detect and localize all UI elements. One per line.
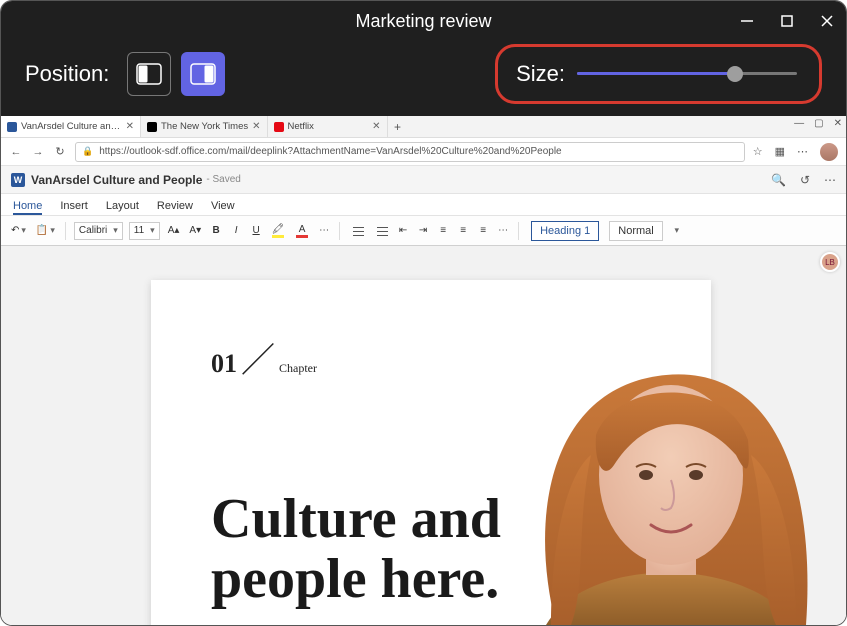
undo-icon[interactable]: ↶▾	[9, 222, 28, 240]
size-control-highlight: Size:	[495, 44, 822, 104]
styles-more-icon[interactable]: ▾	[669, 222, 683, 240]
word-title-bar: W VanArsdel Culture and People - Saved 🔍…	[1, 166, 846, 194]
title-bar: Marketing review	[1, 1, 846, 41]
presence-avatar[interactable]: LB	[820, 252, 840, 272]
decrease-indent-icon[interactable]: ⇤	[396, 222, 410, 240]
profile-avatar-icon[interactable]	[820, 143, 838, 161]
ribbon-tab-view[interactable]: View	[211, 200, 235, 215]
nav-back-icon[interactable]: ←	[9, 146, 23, 158]
search-icon[interactable]: 🔍	[771, 173, 786, 187]
history-icon[interactable]: ↺	[800, 173, 810, 187]
font-family-select[interactable]: Calibri▾	[74, 222, 123, 240]
browser-maximize-icon[interactable]: ▢	[814, 118, 823, 129]
line-spacing-icon[interactable]: ≡	[476, 222, 490, 240]
close-button[interactable]	[818, 12, 836, 30]
browser-tab-strip: VanArsdel Culture and peo... ✕ The New Y…	[1, 116, 846, 138]
browser-tab[interactable]: VanArsdel Culture and peo... ✕	[1, 116, 141, 137]
window-title: Marketing review	[355, 11, 491, 32]
document-name: VanArsdel Culture and People	[31, 173, 202, 187]
slider-fill	[577, 72, 735, 75]
position-left-button[interactable]	[127, 52, 171, 96]
browser-close-icon[interactable]: ✕	[834, 118, 842, 129]
url-text: https://outlook-sdf.office.com/mail/deep…	[99, 146, 561, 157]
chapter-label: Chapter	[279, 361, 317, 376]
favicon-icon	[147, 122, 157, 132]
size-label: Size:	[516, 61, 565, 87]
person-image	[496, 325, 836, 625]
ribbon-toolbar: ↶▾ 📋▾ Calibri▾ 11▾ A▴ A▾ B I U 🖍 A ⋯ ⇤ ⇥…	[1, 216, 846, 246]
position-label: Position:	[25, 61, 109, 87]
tab-close-icon[interactable]: ✕	[252, 121, 260, 132]
tab-label: Netflix	[288, 121, 369, 132]
nav-refresh-icon[interactable]: ↻	[53, 145, 67, 158]
increase-indent-icon[interactable]: ⇥	[416, 222, 430, 240]
more-font-icon[interactable]: ⋯	[317, 222, 331, 240]
grow-font-icon[interactable]: A▴	[166, 222, 182, 240]
chapter-slash: ／	[241, 333, 275, 382]
font-color-button[interactable]: A	[293, 222, 311, 240]
favicon-icon	[7, 122, 17, 132]
bold-button[interactable]: B	[209, 222, 223, 240]
browser-minimize-icon[interactable]: —	[794, 118, 804, 129]
size-slider[interactable]	[577, 64, 797, 84]
saved-indicator: - Saved	[206, 174, 240, 185]
font-size-select[interactable]: 11▾	[129, 222, 160, 240]
shrink-font-icon[interactable]: A▾	[187, 222, 203, 240]
style-heading1[interactable]: Heading 1	[531, 221, 599, 241]
style-normal[interactable]: Normal	[609, 221, 662, 241]
chapter-number: 01	[211, 349, 237, 379]
ribbon-tab-review[interactable]: Review	[157, 200, 193, 215]
app-launcher-icon[interactable]: ⋯	[824, 173, 836, 187]
favorite-icon[interactable]: ☆	[753, 145, 763, 158]
ribbon-tab-insert[interactable]: Insert	[60, 200, 88, 215]
maximize-button[interactable]	[778, 12, 796, 30]
document-canvas[interactable]: LB 01 ／ Chapter Culture and people here.	[1, 246, 846, 625]
align-center-icon[interactable]: ≡	[456, 222, 470, 240]
align-left-icon[interactable]: ≡	[436, 222, 450, 240]
lock-icon: 🔒	[82, 146, 93, 157]
browser-tab[interactable]: The New York Times ✕	[141, 116, 268, 137]
ribbon-tab-layout[interactable]: Layout	[106, 200, 139, 215]
more-paragraph-icon[interactable]: ⋯	[496, 222, 510, 240]
highlight-color-button[interactable]: 🖍	[269, 222, 287, 240]
favicon-icon	[274, 122, 284, 132]
underline-button[interactable]: U	[249, 222, 263, 240]
menu-icon[interactable]: ⋯	[797, 145, 808, 158]
extensions-icon[interactable]: ▦	[775, 145, 785, 158]
bullets-icon[interactable]	[348, 222, 366, 240]
italic-button[interactable]: I	[229, 222, 243, 240]
paste-icon[interactable]: 📋▾	[34, 222, 57, 240]
tab-label: The New York Times	[161, 121, 248, 132]
new-tab-button[interactable]: +	[388, 116, 408, 137]
tab-close-icon[interactable]: ✕	[126, 121, 134, 132]
browser-tab[interactable]: Netflix ✕	[268, 116, 388, 137]
url-input[interactable]: 🔒 https://outlook-sdf.office.com/mail/de…	[75, 142, 745, 162]
tab-label: VanArsdel Culture and peo...	[21, 121, 122, 132]
word-logo-icon: W	[11, 173, 25, 187]
ribbon-tabs: Home Insert Layout Review View	[1, 194, 846, 216]
numbering-icon[interactable]	[372, 222, 390, 240]
tab-close-icon[interactable]: ✕	[372, 121, 380, 132]
nav-forward-icon[interactable]: →	[31, 146, 45, 158]
slider-thumb[interactable]	[727, 66, 743, 82]
browser-address-bar: ← → ↻ 🔒 https://outlook-sdf.office.com/m…	[1, 138, 846, 166]
minimize-button[interactable]	[738, 12, 756, 30]
position-right-button[interactable]	[181, 52, 225, 96]
ribbon-tab-home[interactable]: Home	[13, 200, 42, 215]
